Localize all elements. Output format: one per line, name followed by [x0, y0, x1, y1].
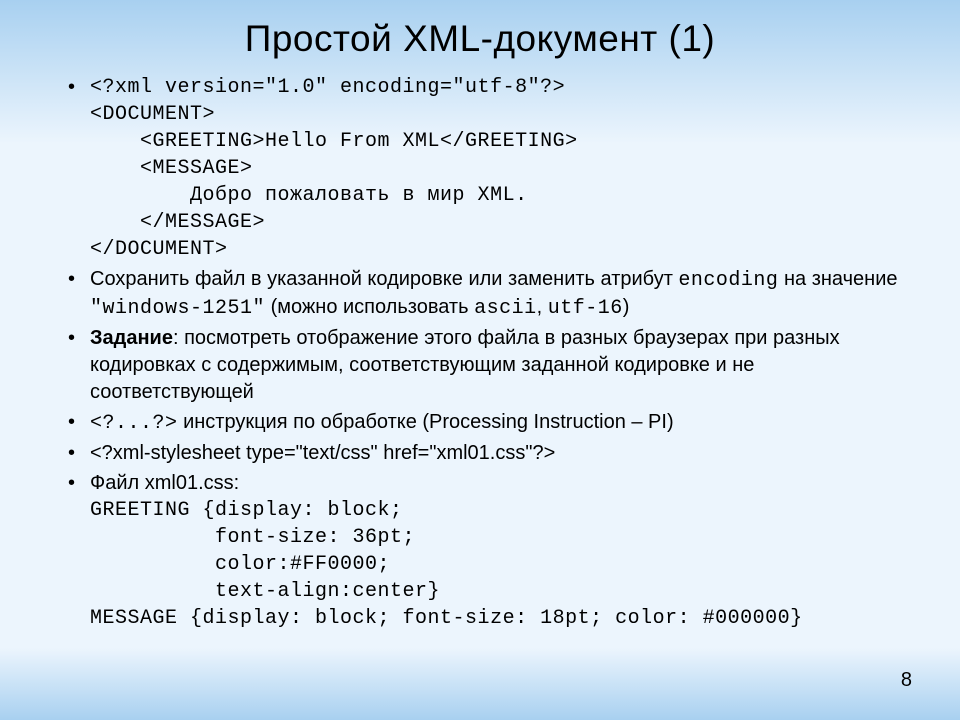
text-fragment: ) — [623, 296, 630, 318]
bullet-xml-code: <?xml version="1.0" encoding="utf-8"?> <… — [68, 74, 920, 263]
task-text: : посмотреть отображение этого файла в р… — [90, 327, 840, 403]
page-number: 8 — [901, 669, 912, 692]
code-inline-pi: <?...?> — [90, 412, 178, 435]
stylesheet-pi-text: <?xml-stylesheet type="text/css" href="x… — [90, 442, 555, 464]
bullet-pi: <?...?> инструкция по обработке (Process… — [68, 409, 920, 437]
text-fragment: , — [537, 296, 548, 318]
bullet-list: <?xml version="1.0" encoding="utf-8"?> <… — [40, 74, 920, 632]
code-inline-windows1251: "windows-1251" — [90, 297, 265, 320]
bullet-stylesheet-pi: <?xml-stylesheet type="text/css" href="x… — [68, 440, 920, 467]
bullet-task: Задание: посмотреть отображение этого фа… — [68, 325, 920, 406]
slide-title: Простой XML-документ (1) — [40, 18, 920, 60]
code-inline-ascii: ascii — [474, 297, 537, 320]
text-fragment: Сохранить файл в указанной кодировке или… — [90, 268, 678, 290]
code-inline-utf16: utf-16 — [548, 297, 623, 320]
css-code-block: GREETING {display: block; font-size: 36p… — [90, 497, 920, 632]
css-file-label: Файл xml01.css: — [90, 472, 239, 494]
text-fragment: на значение — [778, 268, 897, 290]
xml-code-block: <?xml version="1.0" encoding="utf-8"?> <… — [90, 74, 920, 263]
code-inline-encoding: encoding — [678, 269, 778, 292]
bullet-encoding-note: Сохранить файл в указанной кодировке или… — [68, 266, 920, 322]
task-label: Задание — [90, 327, 173, 349]
text-fragment: (можно использовать — [265, 296, 474, 318]
slide: Простой XML-документ (1) <?xml version="… — [0, 0, 960, 632]
bullet-css-file: Файл xml01.css: GREETING {display: block… — [68, 470, 920, 632]
pi-description: инструкция по обработке (Processing Inst… — [178, 411, 674, 433]
